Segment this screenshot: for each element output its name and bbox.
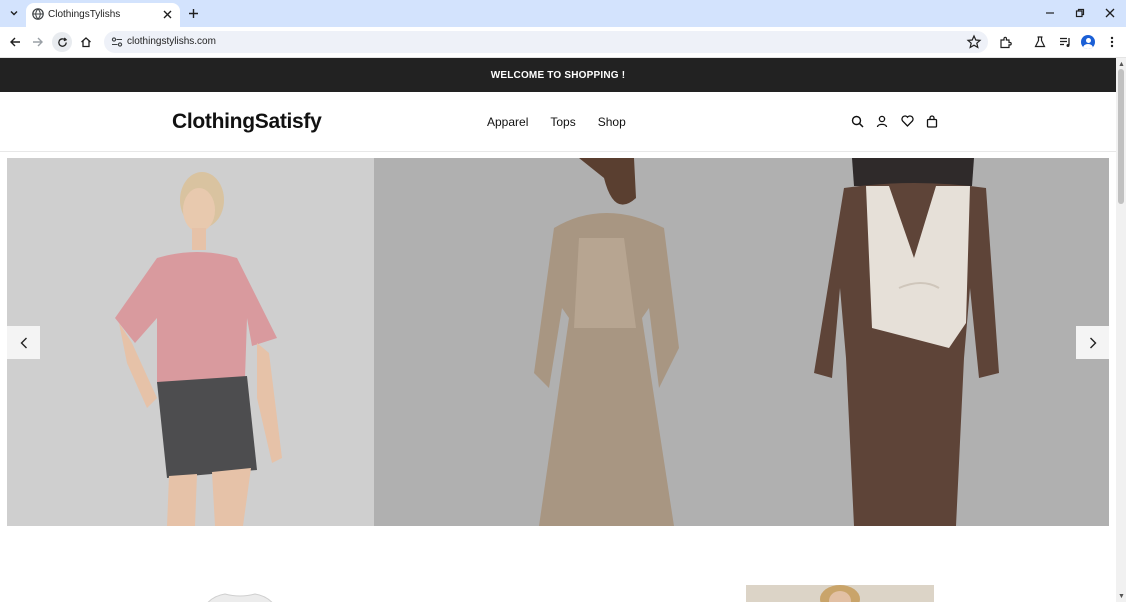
profile-avatar-icon[interactable] xyxy=(1079,33,1097,51)
browser-menu-kebab-icon[interactable] xyxy=(1103,33,1121,51)
cart-bag-icon[interactable] xyxy=(924,113,940,129)
labs-flask-icon[interactable] xyxy=(1031,33,1049,51)
restore-icon[interactable] xyxy=(1072,5,1088,21)
reload-icon[interactable] xyxy=(52,32,72,52)
scroll-up-arrow-icon[interactable]: ▲ xyxy=(1118,61,1125,68)
globe-favicon-icon xyxy=(32,8,44,20)
slide-image-dresses[interactable] xyxy=(374,158,1109,526)
new-tab-plus-icon[interactable] xyxy=(185,5,201,21)
home-icon[interactable] xyxy=(77,33,95,51)
browser-tab-strip: ClothingsTylishs xyxy=(0,0,1126,27)
media-controls-icon[interactable] xyxy=(1056,33,1074,51)
site-logo[interactable]: ClothingSatisfy xyxy=(172,110,322,134)
web-page: WELCOME TO SHOPPING ! ClothingSatisfy Ap… xyxy=(0,58,1116,602)
slide-image-pink-top[interactable] xyxy=(7,158,374,526)
product-section xyxy=(0,526,1116,602)
account-icon[interactable] xyxy=(874,113,890,129)
announcement-bar: WELCOME TO SHOPPING ! xyxy=(0,58,1116,92)
close-window-icon[interactable] xyxy=(1102,5,1118,21)
hero-slider xyxy=(7,158,1109,526)
back-arrow-icon[interactable] xyxy=(6,33,24,51)
slider-next-button[interactable] xyxy=(1076,326,1109,359)
slider-prev-button[interactable] xyxy=(7,326,40,359)
search-icon[interactable] xyxy=(849,113,865,129)
product-image-model[interactable] xyxy=(746,585,934,602)
tab-title: ClothingsTylishs xyxy=(48,9,121,20)
site-info-icon[interactable] xyxy=(110,35,124,49)
address-bar[interactable]: clothingstylishs.com xyxy=(104,31,988,53)
site-header: ClothingSatisfy Apparel Tops Shop xyxy=(0,92,1116,152)
extensions-puzzle-icon[interactable] xyxy=(996,33,1014,51)
tab-close-icon[interactable] xyxy=(160,7,174,21)
product-image-white-top[interactable] xyxy=(190,586,290,602)
url-text: clothingstylishs.com xyxy=(127,36,216,47)
forward-arrow-icon[interactable] xyxy=(29,33,47,51)
nav-apparel[interactable]: Apparel xyxy=(487,115,528,129)
scroll-thumb[interactable] xyxy=(1118,69,1124,204)
tab-search-dropdown-icon[interactable] xyxy=(5,4,23,22)
minimize-icon[interactable] xyxy=(1042,5,1058,21)
browser-toolbar: clothingstylishs.com xyxy=(0,27,1126,58)
nav-shop[interactable]: Shop xyxy=(598,115,626,129)
browser-tab[interactable]: ClothingsTylishs xyxy=(26,3,180,27)
scroll-down-arrow-icon[interactable]: ▼ xyxy=(1118,593,1125,600)
nav-tops[interactable]: Tops xyxy=(550,115,575,129)
main-nav: Apparel Tops Shop xyxy=(487,115,626,129)
wishlist-heart-icon[interactable] xyxy=(899,113,915,129)
page-scrollbar[interactable]: ▲ ▼ xyxy=(1116,58,1126,602)
header-icons xyxy=(849,113,940,129)
bookmark-star-icon[interactable] xyxy=(966,34,982,50)
